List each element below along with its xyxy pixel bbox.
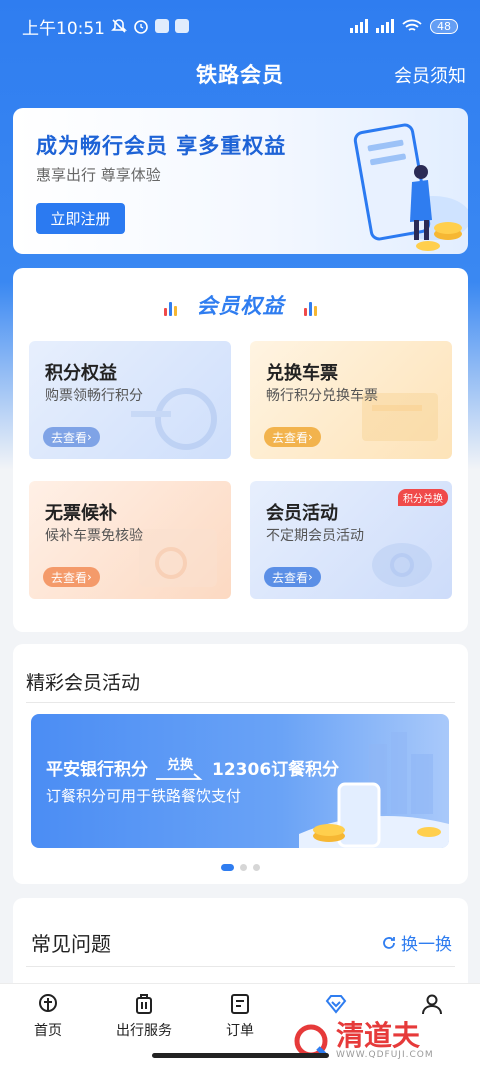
view-button-label: 去查看 (272, 570, 309, 585)
view-button-label: 去查看 (51, 430, 88, 445)
tile-title: 会员活动 (266, 503, 338, 524)
tile-title: 兑换车票 (266, 363, 338, 384)
banner-title: 成为畅行会员 享多重权益 (36, 134, 287, 158)
status-time: 上午10:51 (22, 18, 105, 39)
tile-title: 无票候补 (45, 503, 117, 524)
tile-subtitle: 购票领畅行积分 (45, 388, 143, 404)
signal-icon (376, 19, 394, 33)
points-exchange-badge: 积分兑换 (398, 489, 448, 506)
tab-home[interactable]: 首页 (0, 984, 96, 1066)
title-decoration-icon (164, 301, 178, 316)
home-indicator[interactable] (152, 1053, 329, 1058)
tab-label: 出行服务 (116, 1023, 172, 1039)
refresh-button[interactable]: 换一换 (381, 930, 452, 955)
money-bag-icon (372, 543, 432, 587)
activities-title: 精彩会员活动 (26, 672, 141, 694)
tile-redeem-ticket[interactable]: 兑换车票 畅行积分兑换车票 去查看 › (250, 341, 452, 459)
faq-title: 常见问题 (31, 932, 111, 956)
view-button[interactable]: 去查看 › (43, 427, 100, 447)
signal-icon (350, 19, 368, 33)
tile-subtitle: 不定期会员活动 (266, 528, 364, 544)
promo-subtitle: 订餐积分可用于铁路餐饮支付 (46, 787, 242, 805)
train-icon (39, 994, 57, 1012)
rail-logo-icon (131, 388, 217, 450)
chevron-right-icon: › (308, 430, 313, 444)
promo-exchange-label: 兑换 (166, 758, 193, 773)
promo-left-text: 平安银行积分 (46, 760, 148, 780)
tab-label: 订单 (226, 1023, 254, 1039)
activities-card: 精彩会员活动 平安银行积分 兑换 12306订餐积分 订餐积分可用于铁路餐饮支付 (13, 644, 468, 884)
benefits-card: 会员权益 积分权益 购票领畅行积分 去查看 › 兑换车票 畅行积分兑换车票 去查看… (13, 268, 468, 632)
refresh-icon (383, 936, 395, 949)
arrow-right-icon (156, 773, 203, 780)
register-banner: 成为畅行会员 享多重权益 惠享出行 尊享体验 立即注册 (13, 108, 468, 254)
refresh-label: 换一换 (401, 935, 452, 955)
title-decoration-icon (303, 301, 317, 316)
watermark: 清道夫 WWW.QDFUJI.COM (278, 1016, 480, 1066)
benefits-title: 会员权益 (196, 294, 285, 318)
wifi-icon (402, 19, 422, 31)
status-bar: 上午10:51 48 (0, 0, 480, 52)
divider (26, 966, 455, 967)
luggage-icon (136, 994, 152, 1014)
divider (26, 702, 455, 703)
register-button[interactable]: 立即注册 (36, 203, 125, 234)
user-icon (422, 994, 442, 1015)
promo-right-text: 12306订餐积分 (212, 760, 340, 780)
tile-member-activity[interactable]: 积分兑换 会员活动 不定期会员活动 去查看 › (250, 481, 452, 599)
ticket-card-icon (139, 529, 217, 587)
tile-subtitle: 畅行积分兑换车票 (266, 388, 378, 404)
view-button[interactable]: 去查看 › (264, 427, 321, 447)
app-notification-icon (155, 19, 169, 33)
battery-indicator: 48 (430, 18, 458, 34)
carousel-dot (253, 864, 260, 871)
view-button-label: 去查看 (272, 430, 309, 445)
app-notification-icon (175, 19, 189, 33)
carousel-indicator (13, 864, 468, 871)
watermark-text: 清道夫 (336, 1019, 421, 1052)
promo-banner[interactable]: 平安银行积分 兑换 12306订餐积分 订餐积分可用于铁路餐饮支付 (31, 714, 449, 848)
chevron-right-icon: › (308, 570, 313, 584)
view-button[interactable]: 去查看 › (43, 567, 100, 587)
order-icon (231, 994, 249, 1014)
city-train-illustration (299, 732, 449, 848)
tile-points-benefit[interactable]: 积分权益 购票领畅行积分 去查看 › (29, 341, 231, 459)
carousel-dot-active (221, 864, 234, 871)
chevron-right-icon: › (87, 570, 92, 584)
alarm-icon (134, 20, 148, 34)
tile-waitlist[interactable]: 无票候补 候补车票免核验 去查看 › (29, 481, 231, 599)
member-diamond-icon (325, 995, 347, 1014)
banner-subtitle: 惠享出行 尊享体验 (36, 166, 161, 184)
tab-label: 首页 (34, 1023, 62, 1039)
mute-icon (111, 19, 127, 33)
carousel-dot (240, 864, 247, 871)
nav-bar: 铁路会员 会员须知 (0, 52, 480, 96)
member-notice-link[interactable]: 会员须知 (394, 62, 466, 88)
tile-title: 积分权益 (45, 363, 117, 384)
phone-person-illustration (353, 123, 468, 251)
view-button-label: 去查看 (51, 570, 88, 585)
view-button[interactable]: 去查看 › (264, 567, 321, 587)
page-title: 铁路会员 (196, 63, 284, 87)
chevron-right-icon: › (87, 430, 92, 444)
tile-subtitle: 候补车票免核验 (45, 528, 143, 544)
watermark-url: WWW.QDFUJI.COM (336, 1050, 434, 1060)
